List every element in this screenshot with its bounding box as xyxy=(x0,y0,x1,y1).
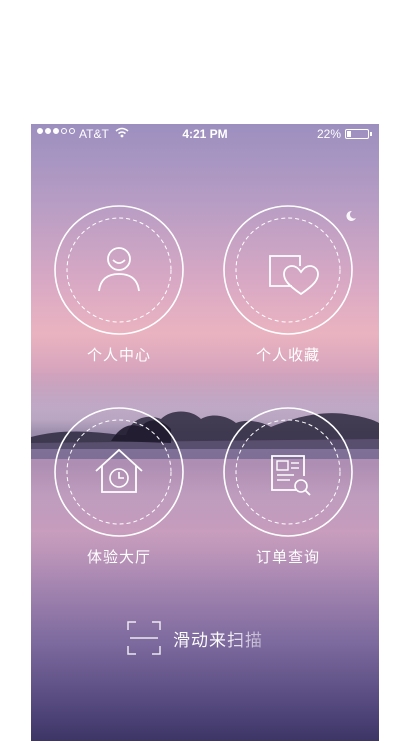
status-bar: AT&T 4:21 PM 22% xyxy=(31,124,379,144)
menu-item-profile-label: 个人中心 xyxy=(86,346,151,364)
menu-item-experience-hall-label: 体验大厅 xyxy=(86,548,151,566)
menu-item-experience-hall[interactable]: 体验大厅 xyxy=(53,406,185,567)
slide-to-scan-label: 滑动来扫描 xyxy=(173,626,263,651)
heart-folder-icon xyxy=(223,205,353,335)
document-search-icon xyxy=(223,407,353,537)
menu-item-orders-label: 订单查询 xyxy=(255,548,320,566)
menu-item-profile[interactable]: 个人中心 xyxy=(53,204,185,365)
battery-icon xyxy=(345,129,372,139)
menu-item-orders[interactable]: 订单查询 xyxy=(222,406,354,567)
user-icon xyxy=(54,205,184,335)
app-screen: AT&T 4:21 PM 22% 个人中心 个人收藏 体验大厅 订单查询 滑动来… xyxy=(31,124,379,741)
menu-item-favorites-label: 个人收藏 xyxy=(255,346,320,364)
scan-frame-icon xyxy=(127,621,161,655)
slide-to-scan[interactable]: 滑动来扫描 xyxy=(127,621,263,655)
menu-item-favorites[interactable]: 个人收藏 xyxy=(222,204,354,365)
battery-percent: 22% xyxy=(316,127,341,141)
house-clock-icon xyxy=(54,407,184,537)
